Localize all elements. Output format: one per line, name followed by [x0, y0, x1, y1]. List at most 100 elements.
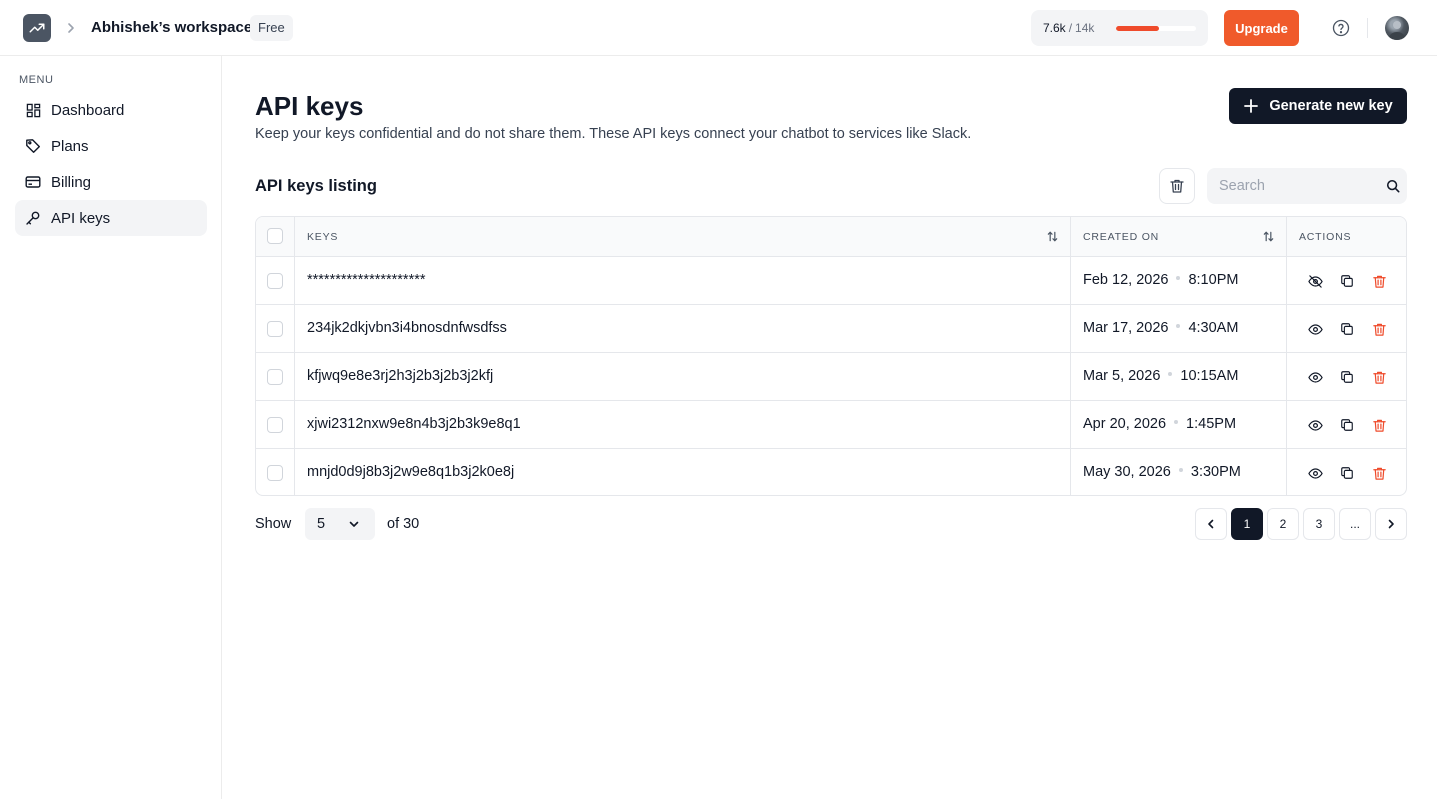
usage-meter[interactable]: 7.6k/14k — [1031, 10, 1208, 46]
chevron-left-icon — [1208, 519, 1214, 529]
sort-icon[interactable] — [1262, 230, 1275, 243]
chevron-right-icon — [1388, 519, 1394, 529]
plan-badge: Free — [250, 15, 293, 41]
help-circle-icon[interactable] — [1331, 18, 1351, 38]
eye-icon[interactable] — [1307, 369, 1323, 385]
menu-label: MENU — [19, 74, 54, 86]
column-header-actions: ACTIONS — [1299, 231, 1352, 243]
api-key-value: ********************* — [307, 272, 426, 288]
table-row: kfjwq9e8e3rj2h3j2b3j2b3j2kfj Mar 5, 2026 1… — [256, 353, 1406, 401]
separator-dot — [1174, 420, 1179, 425]
sidebar-item-label: Billing — [51, 173, 92, 191]
separator-dot — [1176, 276, 1181, 281]
table-row: ********************* Feb 12, 2026 8:10PM — [256, 257, 1406, 305]
tag-icon — [25, 138, 41, 154]
table-header: KEYS CREATED ON ACTIONS — [256, 217, 1406, 257]
header-divider — [1367, 18, 1368, 38]
created-date: May 30, 2026 — [1083, 464, 1171, 480]
generate-new-key-button[interactable]: Generate new key — [1229, 88, 1407, 124]
page-ellipsis-button[interactable]: ... — [1339, 508, 1371, 540]
user-avatar[interactable] — [1385, 16, 1409, 40]
sidebar-item-api-keys[interactable]: API keys — [15, 200, 207, 236]
created-time: 8:10PM — [1188, 272, 1239, 288]
show-label: Show — [255, 516, 292, 532]
page-button-3[interactable]: 3 — [1303, 508, 1335, 540]
next-page-button[interactable] — [1375, 508, 1407, 540]
upgrade-button[interactable]: Upgrade — [1224, 10, 1299, 46]
created-on: Apr 20, 2026 1:45PM — [1083, 416, 1236, 432]
delete-icon[interactable] — [1371, 321, 1387, 337]
workspace-name[interactable]: Abhishek’s workspace — [91, 19, 252, 36]
avatar-image — [1388, 21, 1406, 40]
dashboard-icon — [25, 102, 41, 118]
eye-icon[interactable] — [1307, 417, 1323, 433]
search-input[interactable] — [1207, 168, 1377, 204]
select-all-checkbox[interactable] — [267, 228, 283, 244]
sidebar-item-label: Plans — [51, 137, 89, 155]
usage-progress-fill — [1116, 26, 1160, 31]
table-row: xjwi2312nxw9e8n4b3j2b3k9e8q1 Apr 20, 2026… — [256, 401, 1406, 449]
row-checkbox[interactable] — [267, 465, 283, 481]
sidebar-item-billing[interactable]: Billing — [15, 164, 207, 200]
page-size-value: 5 — [317, 516, 326, 532]
created-on: Feb 12, 2026 8:10PM — [1083, 272, 1238, 288]
key-icon — [25, 210, 41, 226]
page-button-1[interactable]: 1 — [1231, 508, 1263, 540]
copy-icon[interactable] — [1339, 321, 1355, 337]
usage-limit: 14k — [1075, 21, 1095, 35]
row-checkbox[interactable] — [267, 273, 283, 289]
eye-icon[interactable] — [1307, 321, 1323, 337]
search-box — [1207, 168, 1407, 204]
created-date: Mar 5, 2026 — [1083, 368, 1161, 384]
eye-off-icon[interactable] — [1307, 273, 1323, 289]
app-logo[interactable] — [23, 14, 51, 42]
plus-icon — [1243, 98, 1259, 114]
page-size-select[interactable]: 5 — [305, 508, 375, 540]
page-description: Keep your keys confidential and do not s… — [255, 126, 972, 142]
column-header-created-on[interactable]: CREATED ON — [1083, 231, 1159, 243]
delete-icon[interactable] — [1371, 465, 1387, 481]
api-key-value: kfjwq9e8e3rj2h3j2b3j2b3j2kfj — [307, 368, 494, 384]
created-date: Feb 12, 2026 — [1083, 272, 1169, 288]
delete-icon[interactable] — [1371, 273, 1387, 289]
delete-icon[interactable] — [1371, 417, 1387, 433]
credit-card-icon — [25, 174, 41, 190]
prev-page-button[interactable] — [1195, 508, 1227, 540]
created-time: 10:15AM — [1180, 368, 1239, 384]
sidebar: MENU Dashboard Plans Billing API keys — [0, 56, 222, 799]
eye-icon[interactable] — [1307, 465, 1323, 481]
row-checkbox[interactable] — [267, 369, 283, 385]
top-bar: Abhishek’s workspace Free 7.6k/14k Upgra… — [0, 0, 1437, 56]
sidebar-item-label: Dashboard — [51, 101, 125, 119]
copy-icon[interactable] — [1339, 465, 1355, 481]
api-key-value: mnjd0d9j8b3j2w9e8q1b3j2k0e8j — [307, 464, 515, 480]
api-key-value: xjwi2312nxw9e8n4b3j2b3k9e8q1 — [307, 416, 521, 432]
table-row: mnjd0d9j8b3j2w9e8q1b3j2k0e8j May 30, 2026… — [256, 449, 1406, 495]
separator-dot — [1176, 324, 1181, 329]
sort-icon[interactable] — [1046, 230, 1059, 243]
sidebar-item-plans[interactable]: Plans — [15, 128, 207, 164]
table-row: 234jk2dkjvbn3i4bnosdnfwsdfss Mar 17, 2026… — [256, 305, 1406, 353]
bulk-delete-button[interactable] — [1159, 168, 1195, 204]
created-on: Mar 17, 2026 4:30AM — [1083, 320, 1238, 336]
sidebar-item-dashboard[interactable]: Dashboard — [15, 92, 207, 128]
delete-icon[interactable] — [1371, 369, 1387, 385]
row-checkbox[interactable] — [267, 321, 283, 337]
created-time: 3:30PM — [1190, 464, 1241, 480]
copy-icon[interactable] — [1339, 417, 1355, 433]
row-checkbox[interactable] — [267, 417, 283, 433]
created-date: Mar 17, 2026 — [1083, 320, 1169, 336]
page-title: API keys — [255, 91, 364, 121]
copy-icon[interactable] — [1339, 369, 1355, 385]
column-header-keys[interactable]: KEYS — [307, 231, 338, 243]
created-date: Apr 20, 2026 — [1083, 416, 1167, 432]
trend-up-icon — [29, 23, 45, 33]
listing-title: API keys listing — [255, 177, 377, 195]
sidebar-item-label: API keys — [51, 209, 111, 227]
generate-new-key-label: Generate new key — [1269, 98, 1393, 114]
copy-icon[interactable] — [1339, 273, 1355, 289]
total-count: of 30 — [387, 516, 420, 532]
page-button-2[interactable]: 2 — [1267, 508, 1299, 540]
api-keys-table: KEYS CREATED ON ACTIONS ****************… — [255, 216, 1407, 496]
search-icon[interactable] — [1386, 179, 1400, 193]
